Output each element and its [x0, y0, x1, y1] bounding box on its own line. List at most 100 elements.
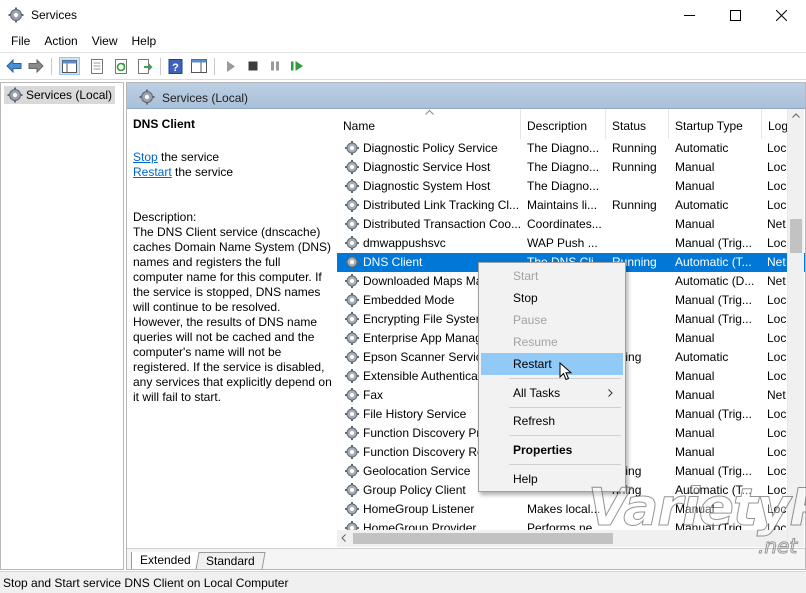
stop-service-link[interactable]: Stop — [133, 150, 158, 164]
service-gear-icon — [345, 179, 359, 193]
properties-button[interactable] — [88, 57, 106, 75]
pause-service-button[interactable] — [266, 57, 284, 75]
service-name: Diagnostic Policy Service — [363, 141, 498, 155]
selected-service-name: DNS Client — [133, 117, 196, 131]
horizontal-scroll-thumb[interactable] — [353, 533, 613, 544]
maximize-button[interactable] — [712, 0, 758, 31]
play-icon — [227, 60, 235, 72]
context-menu-refresh[interactable]: Refresh — [481, 410, 623, 432]
show-hide-button[interactable] — [190, 57, 208, 75]
service-gear-icon — [345, 274, 359, 288]
close-button[interactable] — [758, 0, 804, 31]
menu-help[interactable]: Help — [126, 31, 165, 52]
toolbar-separator — [51, 58, 52, 75]
service-name: Distributed Transaction Coo... — [363, 217, 521, 231]
menu-view[interactable]: View — [86, 31, 126, 52]
gear-icon — [139, 89, 155, 105]
tree-item-services-local[interactable]: Services (Local) — [4, 86, 116, 104]
sort-ascending-icon — [425, 110, 434, 115]
service-startup-type: Automatic (D... — [675, 274, 755, 288]
column-header-label: Status — [612, 119, 647, 133]
context-menu-stop[interactable]: Stop — [481, 287, 623, 309]
column-header-description[interactable]: Description — [521, 109, 606, 139]
context-menu-properties[interactable]: Properties — [481, 439, 623, 461]
refresh-button[interactable] — [112, 57, 130, 75]
service-startup-type: Manual — [675, 217, 715, 231]
menu-separator — [509, 464, 621, 465]
service-startup-type: Automatic (T... — [675, 255, 752, 269]
service-startup-type: Manual — [675, 369, 715, 383]
restart-service-button[interactable] — [288, 57, 306, 75]
refresh-icon — [114, 58, 127, 74]
service-gear-icon — [345, 255, 359, 269]
service-description-panel: DNS Client Stop the service Restart the … — [133, 115, 333, 405]
scroll-up-icon[interactable] — [792, 113, 800, 118]
context-menu-start[interactable]: Start — [481, 265, 623, 287]
toolbar-separator — [214, 58, 215, 75]
vertical-scroll-thumb[interactable] — [790, 219, 802, 253]
window-title: Services — [31, 8, 78, 22]
table-row[interactable]: Diagnostic Service Host The Diagno... Runn… — [337, 158, 805, 177]
context-menu-restart[interactable]: Restart — [481, 353, 623, 375]
service-name: Diagnostic Service Host — [363, 160, 491, 174]
status-text: Stop and Start service DNS Client on Loc… — [3, 576, 289, 590]
column-header-startup-type[interactable]: Startup Type — [669, 109, 762, 139]
action-text: the service — [171, 165, 234, 179]
service-description: The Diagno... — [527, 141, 600, 155]
export-list-button[interactable] — [136, 57, 154, 75]
title-bar: Services — [0, 0, 806, 31]
description-label: Description: — [133, 210, 197, 224]
console-tree-button[interactable] — [59, 57, 80, 75]
console-tree-icon — [62, 59, 77, 73]
forward-button[interactable] — [27, 57, 45, 75]
table-row[interactable]: Diagnostic System Host The Diagno... Manua… — [337, 177, 805, 196]
help-icon: ? — [168, 58, 182, 74]
scroll-left-icon[interactable] — [341, 534, 346, 542]
service-gear-icon — [345, 350, 359, 364]
gear-icon — [8, 7, 24, 23]
service-startup-type: Manual — [675, 388, 715, 402]
minimize-button[interactable] — [666, 0, 712, 31]
restart-icon — [291, 61, 303, 71]
back-button[interactable] — [5, 57, 23, 75]
pause-icon — [271, 61, 279, 71]
help-button[interactable]: ? — [166, 57, 184, 75]
menu-action[interactable]: Action — [38, 31, 85, 52]
menu-file[interactable]: File — [0, 31, 38, 52]
table-row[interactable]: Distributed Transaction Coo... Coordinate… — [337, 215, 805, 234]
tab-extended[interactable]: Extended — [131, 552, 200, 569]
action-text: the service — [157, 150, 220, 164]
context-menu-resume[interactable]: Resume — [481, 331, 623, 353]
service-startup-type: Manual — [675, 179, 715, 193]
context-menu-pause[interactable]: Pause — [481, 309, 623, 331]
gear-icon — [7, 87, 23, 103]
service-name: Distributed Link Tracking Cl... — [363, 198, 520, 212]
service-status: Running — [612, 141, 657, 155]
table-row[interactable]: dmwappushsvc WAP Push ... Manual (Trig... L… — [337, 234, 805, 253]
service-name: Diagnostic System Host — [363, 179, 491, 193]
tab-standard[interactable]: Standard — [195, 552, 266, 569]
show-hide-icon — [191, 59, 207, 73]
service-gear-icon — [345, 388, 359, 402]
service-gear-icon — [345, 407, 359, 421]
column-header-name[interactable]: Name — [337, 109, 521, 139]
service-description: The Diagno... — [527, 160, 600, 174]
service-description: The Diagno... — [527, 179, 600, 193]
service-startup-type: Automatic — [675, 350, 729, 364]
service-gear-icon — [345, 312, 359, 326]
table-row[interactable]: Distributed Link Tracking Cl... Maintains… — [337, 196, 805, 215]
service-startup-type: Automatic — [675, 141, 729, 155]
start-service-button[interactable] — [222, 57, 240, 75]
service-name: dmwappushsvc — [363, 236, 446, 250]
context-menu-all-tasks[interactable]: All Tasks — [481, 382, 623, 404]
column-header-status[interactable]: Status — [606, 109, 669, 139]
service-startup-type: Manual — [675, 331, 715, 345]
service-gear-icon — [345, 445, 359, 459]
service-startup-type: Manual (Trig... — [675, 407, 752, 421]
restart-service-link[interactable]: Restart — [133, 165, 172, 179]
service-gear-icon — [345, 426, 359, 440]
table-row[interactable]: Diagnostic Policy Service The Diagno... Ru… — [337, 139, 805, 158]
toolbar-separator — [160, 58, 161, 75]
stop-service-button[interactable] — [244, 57, 262, 75]
service-gear-icon — [345, 236, 359, 250]
